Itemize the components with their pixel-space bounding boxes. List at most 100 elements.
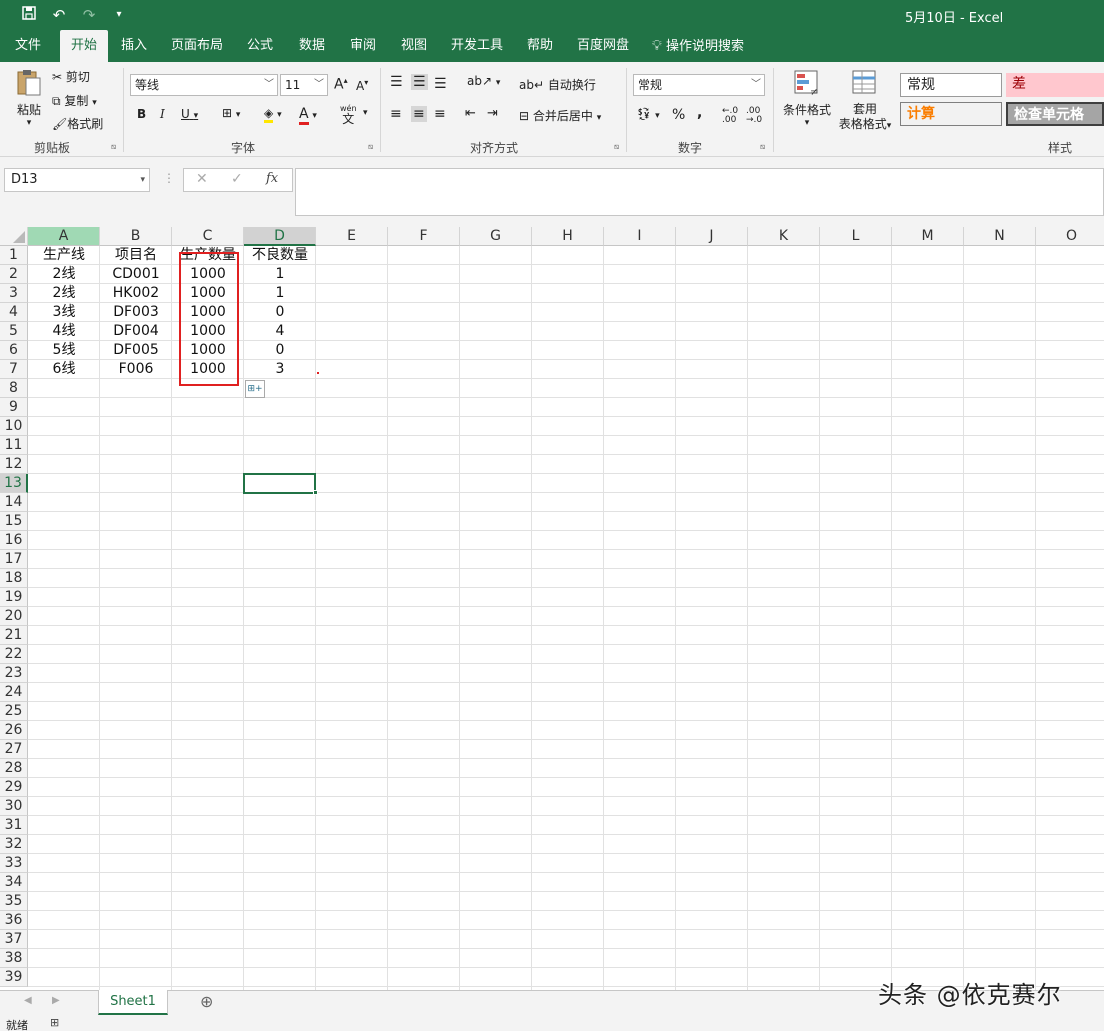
formula-input[interactable]: [295, 168, 1104, 216]
row-header-14[interactable]: 14: [0, 493, 28, 512]
sheet-tab-sheet1[interactable]: Sheet1: [98, 990, 168, 1015]
cell-d5[interactable]: 4: [244, 322, 316, 341]
column-header-i[interactable]: I: [604, 227, 676, 246]
scroll-right-icon[interactable]: ▶: [52, 995, 60, 1006]
column-header-a[interactable]: A: [28, 227, 100, 246]
row-header-8[interactable]: 8: [0, 379, 28, 398]
fill-handle[interactable]: [313, 490, 318, 495]
phonetic-guide-button[interactable]: wén 文: [340, 104, 357, 125]
cell-d6[interactable]: 0: [244, 341, 316, 360]
cell-b7[interactable]: F006: [100, 360, 172, 379]
format-painter-button[interactable]: 🖌︎格式刷: [52, 115, 103, 132]
style-bad[interactable]: 差: [1006, 73, 1104, 97]
row-header-6[interactable]: 6: [0, 341, 28, 360]
accounting-format-button[interactable]: 💱︎ ▾: [636, 107, 660, 121]
tab-insert[interactable]: 插入: [114, 30, 154, 62]
row-header-38[interactable]: 38: [0, 949, 28, 968]
tab-page-layout[interactable]: 页面布局: [166, 30, 228, 62]
tab-formulas[interactable]: 公式: [240, 30, 280, 62]
underline-button[interactable]: U ▾: [181, 107, 198, 121]
orientation-button[interactable]: ab↗ ▾: [467, 74, 500, 88]
fill-color-button[interactable]: ◈ ▾: [264, 106, 282, 123]
column-header-j[interactable]: J: [676, 227, 748, 246]
save-icon[interactable]: [18, 5, 40, 25]
tab-file[interactable]: 文件: [8, 30, 48, 62]
name-box[interactable]: D13 ▾: [4, 168, 150, 192]
customize-qat-icon[interactable]: ▾: [108, 5, 130, 25]
row-header-21[interactable]: 21: [0, 626, 28, 645]
phonetic-dropdown-icon[interactable]: ▾: [363, 108, 368, 118]
number-format-dropdown[interactable]: 常规 ﹀: [633, 74, 765, 96]
paste-options-icon[interactable]: ⊞+: [245, 380, 265, 398]
column-header-d[interactable]: D: [244, 227, 316, 246]
font-color-button[interactable]: A ▾: [299, 106, 317, 125]
row-header-31[interactable]: 31: [0, 816, 28, 835]
tab-help[interactable]: 帮助: [520, 30, 560, 62]
column-header-l[interactable]: L: [820, 227, 892, 246]
bold-button[interactable]: B: [137, 107, 146, 121]
align-left-icon[interactable]: ≡: [390, 106, 402, 122]
row-header-33[interactable]: 33: [0, 854, 28, 873]
column-header-e[interactable]: E: [316, 227, 388, 246]
decrease-decimal-icon[interactable]: .00 →.0: [746, 107, 762, 125]
cell-b1[interactable]: 项目名: [100, 246, 172, 265]
redo-icon[interactable]: ↷: [78, 5, 100, 25]
add-sheet-icon[interactable]: ⊕: [200, 992, 213, 1011]
row-header-4[interactable]: 4: [0, 303, 28, 322]
column-header-g[interactable]: G: [460, 227, 532, 246]
increase-decimal-icon[interactable]: ←.0.00: [722, 107, 738, 125]
row-header-37[interactable]: 37: [0, 930, 28, 949]
font-name-dropdown[interactable]: 等线 ﹀: [130, 74, 278, 96]
row-header-18[interactable]: 18: [0, 569, 28, 588]
row-header-36[interactable]: 36: [0, 911, 28, 930]
italic-button[interactable]: I: [160, 107, 165, 121]
cell-d3[interactable]: 1: [244, 284, 316, 303]
style-calculation[interactable]: 计算: [900, 102, 1002, 126]
row-header-20[interactable]: 20: [0, 607, 28, 626]
column-header-f[interactable]: F: [388, 227, 460, 246]
row-header-30[interactable]: 30: [0, 797, 28, 816]
row-header-15[interactable]: 15: [0, 512, 28, 531]
cut-button[interactable]: ✂ 剪切: [52, 68, 90, 85]
row-header-19[interactable]: 19: [0, 588, 28, 607]
scroll-left-icon[interactable]: ◀: [24, 995, 32, 1006]
row-header-26[interactable]: 26: [0, 721, 28, 740]
row-header-29[interactable]: 29: [0, 778, 28, 797]
tell-me-search[interactable]: 💡︎ 操作说明搜索: [652, 30, 762, 62]
row-header-9[interactable]: 9: [0, 398, 28, 417]
row-header-12[interactable]: 12: [0, 455, 28, 474]
row-header-5[interactable]: 5: [0, 322, 28, 341]
align-right-icon[interactable]: ≡: [434, 106, 446, 122]
worksheet-grid[interactable]: ABCDEFGHIJKLMNO 1 2 3 4 5 6 7 8 9 10 11 12 13 14 15 16 1…: [0, 227, 1104, 990]
tab-developer[interactable]: 开发工具: [444, 30, 510, 62]
font-launcher-icon[interactable]: ⧅: [368, 142, 378, 152]
row-header-24[interactable]: 24: [0, 683, 28, 702]
paste-button[interactable]: 粘贴 ▾: [12, 68, 46, 128]
row-header-16[interactable]: 16: [0, 531, 28, 550]
cell-b5[interactable]: DF004: [100, 322, 172, 341]
alignment-launcher-icon[interactable]: ⧅: [614, 142, 624, 152]
row-header-11[interactable]: 11: [0, 436, 28, 455]
tab-baidu-netdisk[interactable]: 百度网盘: [572, 30, 634, 62]
merge-center-button[interactable]: ⊟ 合并后居中 ▾: [519, 107, 601, 124]
enter-icon[interactable]: ✓: [231, 171, 243, 187]
grow-font-button[interactable]: A▴: [334, 76, 348, 93]
cell-a6[interactable]: 5线: [28, 341, 100, 360]
column-header-o[interactable]: O: [1036, 227, 1104, 246]
align-center-icon[interactable]: ≡: [411, 106, 427, 122]
copy-button[interactable]: ⧉ 复制 ▾: [52, 92, 97, 109]
cell-d4[interactable]: 0: [244, 303, 316, 322]
cell-d2[interactable]: 1: [244, 265, 316, 284]
row-header-23[interactable]: 23: [0, 664, 28, 683]
cell-a5[interactable]: 4线: [28, 322, 100, 341]
align-bottom-icon[interactable]: ☰: [434, 76, 447, 92]
style-normal[interactable]: 常规: [900, 73, 1002, 97]
percent-button[interactable]: %: [672, 107, 685, 123]
decrease-indent-icon[interactable]: ⇤: [465, 106, 476, 121]
row-header-22[interactable]: 22: [0, 645, 28, 664]
increase-indent-icon[interactable]: ⇥: [487, 106, 498, 121]
row-header-13[interactable]: 13: [0, 474, 28, 493]
column-header-h[interactable]: H: [532, 227, 604, 246]
wrap-text-button[interactable]: ab↵ 自动换行: [519, 76, 596, 93]
row-header-7[interactable]: 7: [0, 360, 28, 379]
